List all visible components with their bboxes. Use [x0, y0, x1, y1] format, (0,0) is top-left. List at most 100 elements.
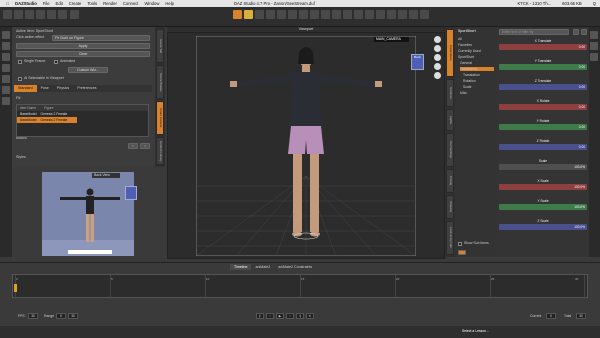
- group-currently-used[interactable]: Currently Used: [458, 49, 481, 53]
- aux-view-label[interactable]: Back View: [92, 173, 120, 178]
- group-node[interactable]: SportShort: [458, 55, 474, 59]
- slider-track[interactable]: [499, 144, 587, 150]
- loop-button[interactable]: ↻: [306, 313, 314, 319]
- menu-tools[interactable]: Tools: [87, 1, 97, 6]
- parameter-slider[interactable]: Z Scale 100.0%: [499, 219, 587, 236]
- goto-end-button[interactable]: ›|: [296, 313, 304, 319]
- side-tab-scene-builder[interactable]: Scene Builder: [156, 65, 164, 99]
- list-item-selected[interactable]: BaseModel Genesis 2 Female: [17, 117, 77, 123]
- slider-value[interactable]: 100.0%: [574, 184, 585, 190]
- slider-value[interactable]: 0.00: [579, 104, 585, 110]
- translate-tool-icon[interactable]: [255, 10, 264, 19]
- tab-timeline[interactable]: Timeline: [230, 264, 252, 270]
- edit-icon[interactable]: [398, 10, 407, 19]
- node-weight-icon[interactable]: [365, 10, 374, 19]
- side-tab-content-library[interactable]: Content Library: [156, 137, 164, 165]
- apple-icon[interactable]: : [6, 1, 9, 6]
- keyframe-icon[interactable]: [590, 42, 598, 50]
- spot-render-icon[interactable]: [321, 10, 330, 19]
- camera-tool-icon[interactable]: [332, 10, 341, 19]
- morph-icon[interactable]: [2, 64, 10, 72]
- filter-input[interactable]: Enter text or filter by: [499, 29, 569, 35]
- single-frame-radio[interactable]: [18, 60, 22, 64]
- pose-icon[interactable]: [2, 75, 10, 83]
- parameter-slider[interactable]: Z Rotate 0.00: [499, 139, 587, 156]
- tab-physics[interactable]: Physics: [53, 85, 73, 92]
- render-settings-icon[interactable]: [70, 10, 79, 19]
- content-icon[interactable]: [2, 42, 10, 50]
- app-menu[interactable]: DAZStudio: [15, 1, 37, 6]
- menu-connect[interactable]: Connect: [123, 1, 139, 6]
- slider-value[interactable]: 100.0%: [574, 164, 585, 170]
- universal-tool-icon[interactable]: [244, 10, 253, 19]
- scale-tool-icon[interactable]: [277, 10, 286, 19]
- help-icon[interactable]: [409, 10, 418, 19]
- menu-render[interactable]: Render: [103, 1, 117, 6]
- panel-menu-icon[interactable]: [458, 250, 466, 255]
- slider-track[interactable]: [499, 84, 587, 90]
- side-tab-lights[interactable]: Lights: [446, 109, 454, 131]
- settings-icon[interactable]: [590, 53, 598, 61]
- lesson-select[interactable]: Select a Lesson...: [462, 329, 489, 333]
- prev-button[interactable]: ‹: [128, 143, 138, 149]
- range-end-field[interactable]: 30: [68, 313, 78, 319]
- next-button[interactable]: ›: [140, 143, 150, 149]
- next-frame-button[interactable]: ›: [286, 313, 294, 319]
- timeline-track[interactable]: 0 5 10 15 20 25 30: [12, 274, 588, 299]
- open-icon[interactable]: [14, 10, 23, 19]
- show-sub-items-checkbox[interactable]: [458, 242, 462, 246]
- group-transforms[interactable]: Transforms: [460, 67, 494, 71]
- tab-animate2[interactable]: aniMate2: [251, 264, 274, 270]
- node-selection-icon[interactable]: [233, 10, 242, 19]
- side-tab-parameters[interactable]: Parameters: [446, 29, 454, 77]
- play-button[interactable]: ▶: [276, 313, 284, 319]
- menu-create[interactable]: Create: [69, 1, 82, 6]
- parameter-slider[interactable]: X Translate 0.00: [499, 39, 587, 56]
- action-select[interactable]: Fit Cloth on Figure: [52, 35, 150, 41]
- tab-pose[interactable]: Pose: [37, 85, 53, 92]
- parameter-slider[interactable]: X Rotate 0.00: [499, 99, 587, 116]
- parameter-slider[interactable]: Scale 100.0%: [499, 159, 587, 176]
- side-tab-tool-settings[interactable]: Tool Settings: [446, 133, 454, 167]
- tab-standard[interactable]: Standard: [14, 85, 37, 92]
- slider-track[interactable]: [499, 104, 587, 110]
- side-tab-scene[interactable]: Scene Tab: [156, 29, 164, 63]
- surface-selection-icon[interactable]: [310, 10, 319, 19]
- side-tab-smart-content[interactable]: Smart Content: [156, 101, 164, 135]
- prev-frame-button[interactable]: ‹: [266, 313, 274, 319]
- group-misc[interactable]: Misc: [460, 91, 467, 95]
- timeline-icon[interactable]: [2, 97, 10, 105]
- side-tab-posing[interactable]: Posing: [446, 169, 454, 193]
- animated-radio[interactable]: [54, 60, 58, 64]
- tab-animate2-constraints[interactable]: aniMate2 Constraints: [274, 264, 316, 270]
- slider-track[interactable]: [499, 124, 587, 130]
- current-frame-field[interactable]: 0: [546, 313, 556, 319]
- tab-preferences[interactable]: Preferences: [73, 85, 100, 92]
- slider-value[interactable]: 0.00: [579, 124, 585, 130]
- active-pose-icon[interactable]: [288, 10, 297, 19]
- paint-icon[interactable]: [387, 10, 396, 19]
- lock-icon[interactable]: [590, 31, 598, 39]
- scene-icon[interactable]: [2, 31, 10, 39]
- redo-icon[interactable]: [47, 10, 56, 19]
- slider-value[interactable]: 0.00: [579, 44, 585, 50]
- slider-value[interactable]: 100.0%: [574, 224, 585, 230]
- slider-value[interactable]: 0.00: [579, 144, 585, 150]
- parameter-slider[interactable]: Y Rotate 0.00: [499, 119, 587, 136]
- clear-button[interactable]: Clear: [16, 51, 150, 57]
- parameter-slider[interactable]: X Scale 100.0%: [499, 179, 587, 196]
- shape-icon[interactable]: [2, 86, 10, 94]
- parameter-slider[interactable]: Y Scale 100.0%: [499, 199, 587, 216]
- spotlight-icon[interactable]: Q: [593, 1, 596, 6]
- menu-help[interactable]: Help: [165, 1, 174, 6]
- side-tab-surfaces[interactable]: Surfaces: [446, 79, 454, 107]
- aux-viewport-scene[interactable]: [42, 172, 134, 256]
- slider-value[interactable]: 0.00: [579, 84, 585, 90]
- orbit-icon[interactable]: [434, 36, 441, 43]
- side-tab-shaping[interactable]: Shaping: [446, 195, 454, 219]
- render-icon[interactable]: [58, 10, 67, 19]
- group-rotation[interactable]: Rotation: [463, 79, 476, 83]
- info-icon[interactable]: [420, 10, 429, 19]
- pan-icon[interactable]: [434, 45, 441, 52]
- filter-options-icon[interactable]: [573, 29, 579, 35]
